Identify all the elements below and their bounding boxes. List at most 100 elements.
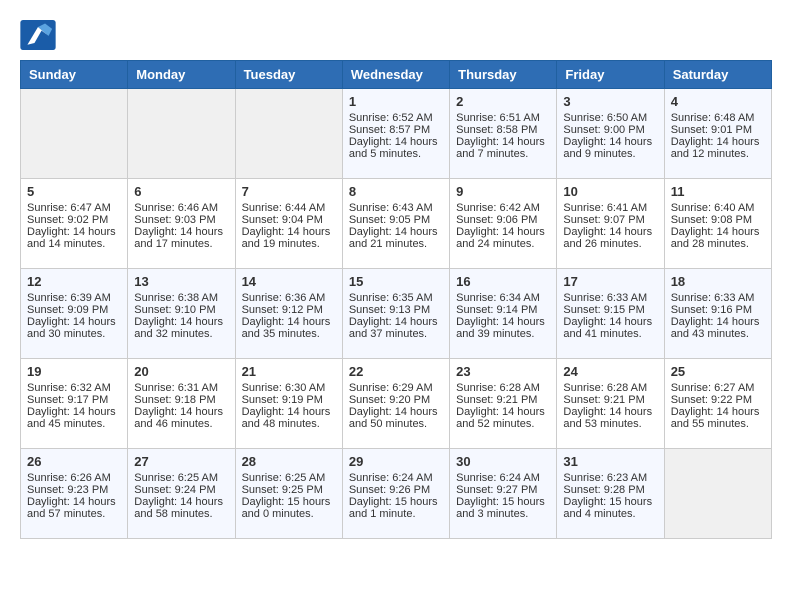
- sunset-text: Sunset: 9:25 PM: [242, 484, 336, 496]
- sunrise-text: Sunrise: 6:51 AM: [456, 112, 550, 124]
- daylight-text: Daylight: 14 hours and 45 minutes.: [27, 406, 121, 430]
- daylight-text: Daylight: 14 hours and 24 minutes.: [456, 226, 550, 250]
- sunset-text: Sunset: 9:21 PM: [456, 394, 550, 406]
- sunrise-text: Sunrise: 6:23 AM: [563, 472, 657, 484]
- daylight-text: Daylight: 15 hours and 0 minutes.: [242, 496, 336, 520]
- calendar-cell: 17Sunrise: 6:33 AMSunset: 9:15 PMDayligh…: [557, 269, 664, 359]
- daylight-text: Daylight: 14 hours and 46 minutes.: [134, 406, 228, 430]
- calendar-cell: 24 Sunrise: 6:28 AMSunset: 9:21 PMDayligh…: [557, 359, 664, 449]
- sunrise-text: Sunrise: 6:27 AM: [671, 382, 765, 394]
- sunset-text: Sunset: 9:10 PM: [134, 304, 228, 316]
- sunset-text: Sunset: 9:13 PM: [349, 304, 443, 316]
- weekday-header: Thursday: [450, 61, 557, 89]
- calendar-week-row: 1Sunrise: 6:52 AMSunset: 8:57 PMDaylight…: [21, 89, 772, 179]
- day-number: 26: [27, 454, 121, 469]
- sunset-text: Sunset: 9:02 PM: [27, 214, 121, 226]
- sunset-text: Sunset: 8:58 PM: [456, 124, 550, 136]
- day-number: 27: [134, 454, 228, 469]
- daylight-text: Daylight: 14 hours and 17 minutes.: [134, 226, 228, 250]
- daylight-text: Daylight: 14 hours and 58 minutes.: [134, 496, 228, 520]
- sunrise-text: Sunrise: 6:24 AM: [456, 472, 550, 484]
- daylight-text: Daylight: 14 hours and 5 minutes.: [349, 136, 443, 160]
- sunset-text: Sunset: 9:07 PM: [563, 214, 657, 226]
- weekday-header-row: SundayMondayTuesdayWednesdayThursdayFrid…: [21, 61, 772, 89]
- calendar-cell: [128, 89, 235, 179]
- calendar-cell: 30Sunrise: 6:24 AMSunset: 9:27 PMDayligh…: [450, 449, 557, 539]
- calendar-week-row: 26Sunrise: 6:26 AMSunset: 9:23 PMDayligh…: [21, 449, 772, 539]
- sunrise-text: Sunrise: 6:46 AM: [134, 202, 228, 214]
- weekday-header: Sunday: [21, 61, 128, 89]
- daylight-text: Daylight: 14 hours and 43 minutes.: [671, 316, 765, 340]
- sunrise-text: Sunrise: 6:47 AM: [27, 202, 121, 214]
- calendar-cell: 4Sunrise: 6:48 AMSunset: 9:01 PMDaylight…: [664, 89, 771, 179]
- daylight-text: Daylight: 14 hours and 14 minutes.: [27, 226, 121, 250]
- daylight-text: Daylight: 14 hours and 32 minutes.: [134, 316, 228, 340]
- calendar-cell: 22Sunrise: 6:29 AMSunset: 9:20 PMDayligh…: [342, 359, 449, 449]
- calendar-cell: 16 Sunrise: 6:34 AMSunset: 9:14 PMDayligh…: [450, 269, 557, 359]
- sunset-text: Sunset: 9:14 PM: [456, 304, 550, 316]
- daylight-text: Daylight: 14 hours and 28 minutes.: [671, 226, 765, 250]
- sunset-text: Sunset: 9:26 PM: [349, 484, 443, 496]
- weekday-header: Friday: [557, 61, 664, 89]
- calendar-cell: 8Sunrise: 6:43 AMSunset: 9:05 PMDaylight…: [342, 179, 449, 269]
- day-number: 2: [456, 94, 550, 109]
- day-number: 18: [671, 274, 765, 289]
- daylight-text: Daylight: 14 hours and 37 minutes.: [349, 316, 443, 340]
- day-number: 30: [456, 454, 550, 469]
- day-number: 5: [27, 184, 121, 199]
- sunset-text: Sunset: 9:04 PM: [242, 214, 336, 226]
- daylight-text: Daylight: 14 hours and 39 minutes.: [456, 316, 550, 340]
- day-number: 9: [456, 184, 550, 199]
- daylight-text: Daylight: 14 hours and 9 minutes.: [563, 136, 657, 160]
- sunset-text: Sunset: 9:20 PM: [349, 394, 443, 406]
- sunrise-text: Sunrise: 6:29 AM: [349, 382, 443, 394]
- sunrise-text: Sunrise: 6:26 AM: [27, 472, 121, 484]
- sunrise-text: Sunrise: 6:36 AM: [242, 292, 336, 304]
- sunset-text: Sunset: 9:24 PM: [134, 484, 228, 496]
- sunset-text: Sunset: 9:09 PM: [27, 304, 121, 316]
- calendar-cell: 29Sunrise: 6:24 AMSunset: 9:26 PMDayligh…: [342, 449, 449, 539]
- calendar-cell: 25Sunrise: 6:27 AMSunset: 9:22 PMDayligh…: [664, 359, 771, 449]
- daylight-text: Daylight: 14 hours and 48 minutes.: [242, 406, 336, 430]
- calendar-cell: 7Sunrise: 6:44 AMSunset: 9:04 PMDaylight…: [235, 179, 342, 269]
- sunrise-text: Sunrise: 6:32 AM: [27, 382, 121, 394]
- calendar-cell: 1Sunrise: 6:52 AMSunset: 8:57 PMDaylight…: [342, 89, 449, 179]
- sunset-text: Sunset: 9:28 PM: [563, 484, 657, 496]
- day-number: 15: [349, 274, 443, 289]
- daylight-text: Daylight: 14 hours and 52 minutes.: [456, 406, 550, 430]
- sunrise-text: Sunrise: 6:28 AM: [563, 382, 657, 394]
- daylight-text: Daylight: 14 hours and 26 minutes.: [563, 226, 657, 250]
- calendar-week-row: 19Sunrise: 6:32 AMSunset: 9:17 PMDayligh…: [21, 359, 772, 449]
- sunrise-text: Sunrise: 6:34 AM: [456, 292, 550, 304]
- calendar-cell: [21, 89, 128, 179]
- sunrise-text: Sunrise: 6:44 AM: [242, 202, 336, 214]
- calendar-cell: 13 Sunrise: 6:38 AMSunset: 9:10 PMDayligh…: [128, 269, 235, 359]
- weekday-header: Tuesday: [235, 61, 342, 89]
- day-number: 16: [456, 274, 550, 289]
- sunset-text: Sunset: 9:06 PM: [456, 214, 550, 226]
- day-number: 3: [563, 94, 657, 109]
- day-number: 23: [456, 364, 550, 379]
- daylight-text: Daylight: 14 hours and 35 minutes.: [242, 316, 336, 340]
- day-number: 17: [563, 274, 657, 289]
- calendar-cell: 10Sunrise: 6:41 AMSunset: 9:07 PMDayligh…: [557, 179, 664, 269]
- daylight-text: Daylight: 15 hours and 4 minutes.: [563, 496, 657, 520]
- day-number: 13: [134, 274, 228, 289]
- sunrise-text: Sunrise: 6:30 AM: [242, 382, 336, 394]
- daylight-text: Daylight: 14 hours and 53 minutes.: [563, 406, 657, 430]
- day-number: 21: [242, 364, 336, 379]
- sunrise-text: Sunrise: 6:52 AM: [349, 112, 443, 124]
- day-number: 31: [563, 454, 657, 469]
- sunrise-text: Sunrise: 6:25 AM: [134, 472, 228, 484]
- day-number: 1: [349, 94, 443, 109]
- day-number: 24: [563, 364, 657, 379]
- calendar-cell: [235, 89, 342, 179]
- sunrise-text: Sunrise: 6:38 AM: [134, 292, 228, 304]
- daylight-text: Daylight: 14 hours and 12 minutes.: [671, 136, 765, 160]
- calendar-cell: 23Sunrise: 6:28 AMSunset: 9:21 PMDayligh…: [450, 359, 557, 449]
- calendar-cell: 27 Sunrise: 6:25 AMSunset: 9:24 PMDayligh…: [128, 449, 235, 539]
- sunset-text: Sunset: 9:17 PM: [27, 394, 121, 406]
- day-number: 28: [242, 454, 336, 469]
- sunset-text: Sunset: 9:21 PM: [563, 394, 657, 406]
- sunset-text: Sunset: 9:12 PM: [242, 304, 336, 316]
